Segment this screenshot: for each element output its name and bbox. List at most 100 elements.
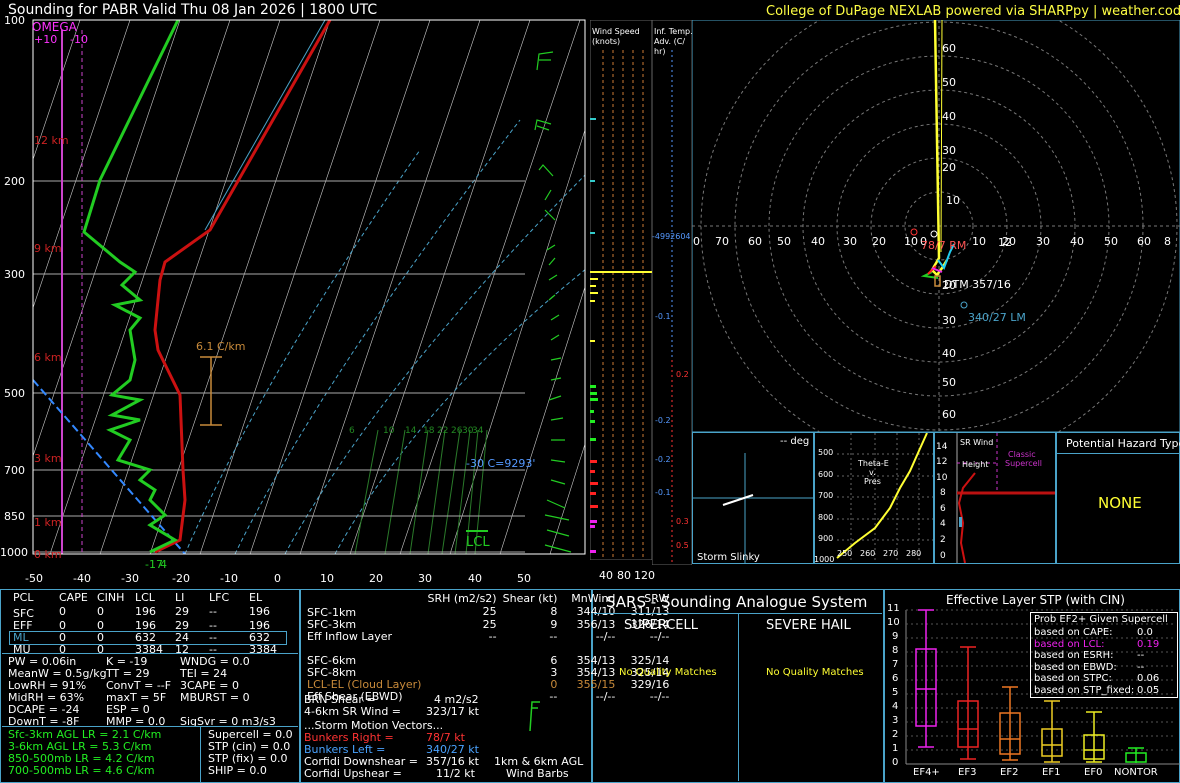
barb-label: Wind Barbs xyxy=(506,767,569,780)
temp-tick: 20 xyxy=(369,572,383,585)
hodo-y-tick: 30 xyxy=(942,144,956,157)
lcl-marker xyxy=(466,530,488,532)
stp-category: EF4+ xyxy=(913,767,940,778)
inf-temp-label: hr) xyxy=(654,47,666,56)
indices-col3: WNDG = 0.0 TEI = 24 3CAPE = 0 MBURST = 0… xyxy=(180,656,276,728)
srwind-y-tick: 4 xyxy=(940,519,946,529)
col-header: EL xyxy=(249,591,263,604)
divider xyxy=(738,613,739,781)
stp-y-tick: 7 xyxy=(892,659,899,670)
temp-tick: 10 xyxy=(320,572,334,585)
divider xyxy=(200,726,201,782)
srwind-46-value: 323/17 kt xyxy=(426,705,479,718)
mixing-ratio-label: 6 xyxy=(349,426,355,436)
col-header: Shear (kt) xyxy=(502,592,558,605)
sars-title: SARS - Sounding Analogue System xyxy=(606,593,868,611)
theta-p-tick: 500 xyxy=(818,448,834,457)
stp-y-tick: 5 xyxy=(892,687,899,698)
inf-temp-value: 0.3 xyxy=(676,517,689,526)
parcel-table: PCL CAPE CINH LCL LI LFC EL SFC 0 0 196 29 --… xyxy=(9,591,287,656)
storm-slinky-plot xyxy=(693,453,813,563)
theta-p-tick: 700 xyxy=(818,491,834,500)
hodo-y-tick: 30 xyxy=(942,314,956,327)
table-cell: 29 xyxy=(175,605,189,618)
table-cell: 8 xyxy=(550,605,558,618)
prob-stpc: based on STPC: xyxy=(1034,673,1112,684)
prob-stpc-value: 0.06 xyxy=(1137,673,1160,684)
table-cell: 0 xyxy=(97,605,104,618)
inf-temp-label: Inf. Temp. xyxy=(654,27,693,36)
pressure-tick: 200 xyxy=(4,175,25,188)
storm-slinky-panel xyxy=(692,432,814,564)
srwind-label: SR Wind xyxy=(960,438,994,447)
prob-lcl: based on LCL: xyxy=(1034,638,1105,650)
table-cell: 3384 xyxy=(249,643,277,656)
srwind-y-tick: 0 xyxy=(940,551,946,561)
theta-label: v. xyxy=(869,468,876,477)
index-mburst: MBURST = 0 xyxy=(180,691,250,704)
inf-temp-top-value: -4992604 xyxy=(652,232,691,241)
skewt-diagram xyxy=(32,19,586,555)
table-cell: --/-- xyxy=(595,630,616,643)
inf-temp-value: 0.5 xyxy=(676,541,689,550)
hodo-x-tick: 30 xyxy=(843,235,857,248)
mixing-ratio-label: 34 xyxy=(472,426,484,436)
hodo-x-tick: 60 xyxy=(748,235,762,248)
omega-plus: +10 xyxy=(34,33,58,46)
hodo-x-tick: 8 xyxy=(1164,235,1171,248)
wind-axis-tick: 120 xyxy=(634,569,655,582)
wind-barbs xyxy=(534,51,572,553)
hodo-y-tick: 20 xyxy=(942,161,956,174)
surface-temp: 4 xyxy=(160,558,167,571)
theta-label: Theta-E xyxy=(858,459,889,468)
hazard-title: Potential Hazard Type xyxy=(1066,437,1180,450)
srwind-46-label: 4-6km SR Wind = xyxy=(304,705,402,718)
table-cell: SFC-1km xyxy=(307,606,357,619)
prob-title: Prob EF2+ Given Supercell xyxy=(1034,614,1168,625)
stp-y-tick: 8 xyxy=(892,645,899,656)
prob-lcl-value: 0.19 xyxy=(1137,638,1160,650)
hodo-y-tick: 50 xyxy=(942,376,956,389)
lapse-rates: Sfc-3km AGL LR = 2.1 C/km 3-6km AGL LR =… xyxy=(8,729,161,777)
table-cell: -- xyxy=(488,630,497,643)
sr-wind-plot xyxy=(956,433,1055,564)
hodo-x-tick: 50 xyxy=(1104,235,1118,248)
height-label: 0 km xyxy=(34,548,62,561)
bunkers-right-label: 78/7 RM xyxy=(921,239,967,252)
sars-hail-matches: No Quality Matches xyxy=(766,667,864,678)
temp-tick: 0 xyxy=(274,572,281,585)
temp-tick: 30 xyxy=(418,572,432,585)
hodo-y-tick: 60 xyxy=(942,42,956,55)
stp-y-tick: 9 xyxy=(892,631,899,642)
dewpoint-profile xyxy=(82,20,180,554)
col-header: LFC xyxy=(209,591,230,604)
theta-t-tick: 280 xyxy=(906,549,922,558)
table-cell: 0 xyxy=(59,605,66,618)
param-ship: SHIP = 0.0 xyxy=(208,764,267,777)
stp-category: EF2 xyxy=(1000,767,1019,778)
srwind-y-tick: 10 xyxy=(936,473,948,483)
stp-category: EF0 xyxy=(1084,767,1103,778)
srwind-y-tick: 6 xyxy=(940,504,946,514)
mixing-ratio-label: 14 xyxy=(405,426,417,436)
temp-tick: -40 xyxy=(73,572,91,585)
prob-values: 0.0 0.19 -- -- 0.06 0.05 xyxy=(1137,627,1159,696)
height-label: 12 km xyxy=(34,134,69,147)
divider xyxy=(2,726,298,727)
hodo-x-tick: 60 xyxy=(1137,235,1151,248)
prob-ebwd: based on EBWD: xyxy=(1034,661,1117,673)
hodo-y-tick: 10 xyxy=(946,194,960,207)
temp-tick: 50 xyxy=(517,572,531,585)
theta-p-tick: 800 xyxy=(818,513,834,522)
hodo-x-tick: 70 xyxy=(715,235,729,248)
temp-tick: -50 xyxy=(25,572,43,585)
sars-supercell-matches: No Quality Matches xyxy=(619,667,717,678)
inf-temp-value: 0.2 xyxy=(676,370,689,379)
mixing-ratio-label: 26 xyxy=(451,426,463,436)
prob-labels: based on CAPE: based on LCL: based on ES… xyxy=(1034,627,1134,696)
wind-axis-tick: 40 xyxy=(599,569,613,582)
wind-speed-column xyxy=(590,20,652,560)
sars-supercell-title: SUPERCELL xyxy=(624,618,698,633)
hodo-y-tick: 40 xyxy=(942,110,956,123)
theta-p-tick: 900 xyxy=(818,534,834,543)
